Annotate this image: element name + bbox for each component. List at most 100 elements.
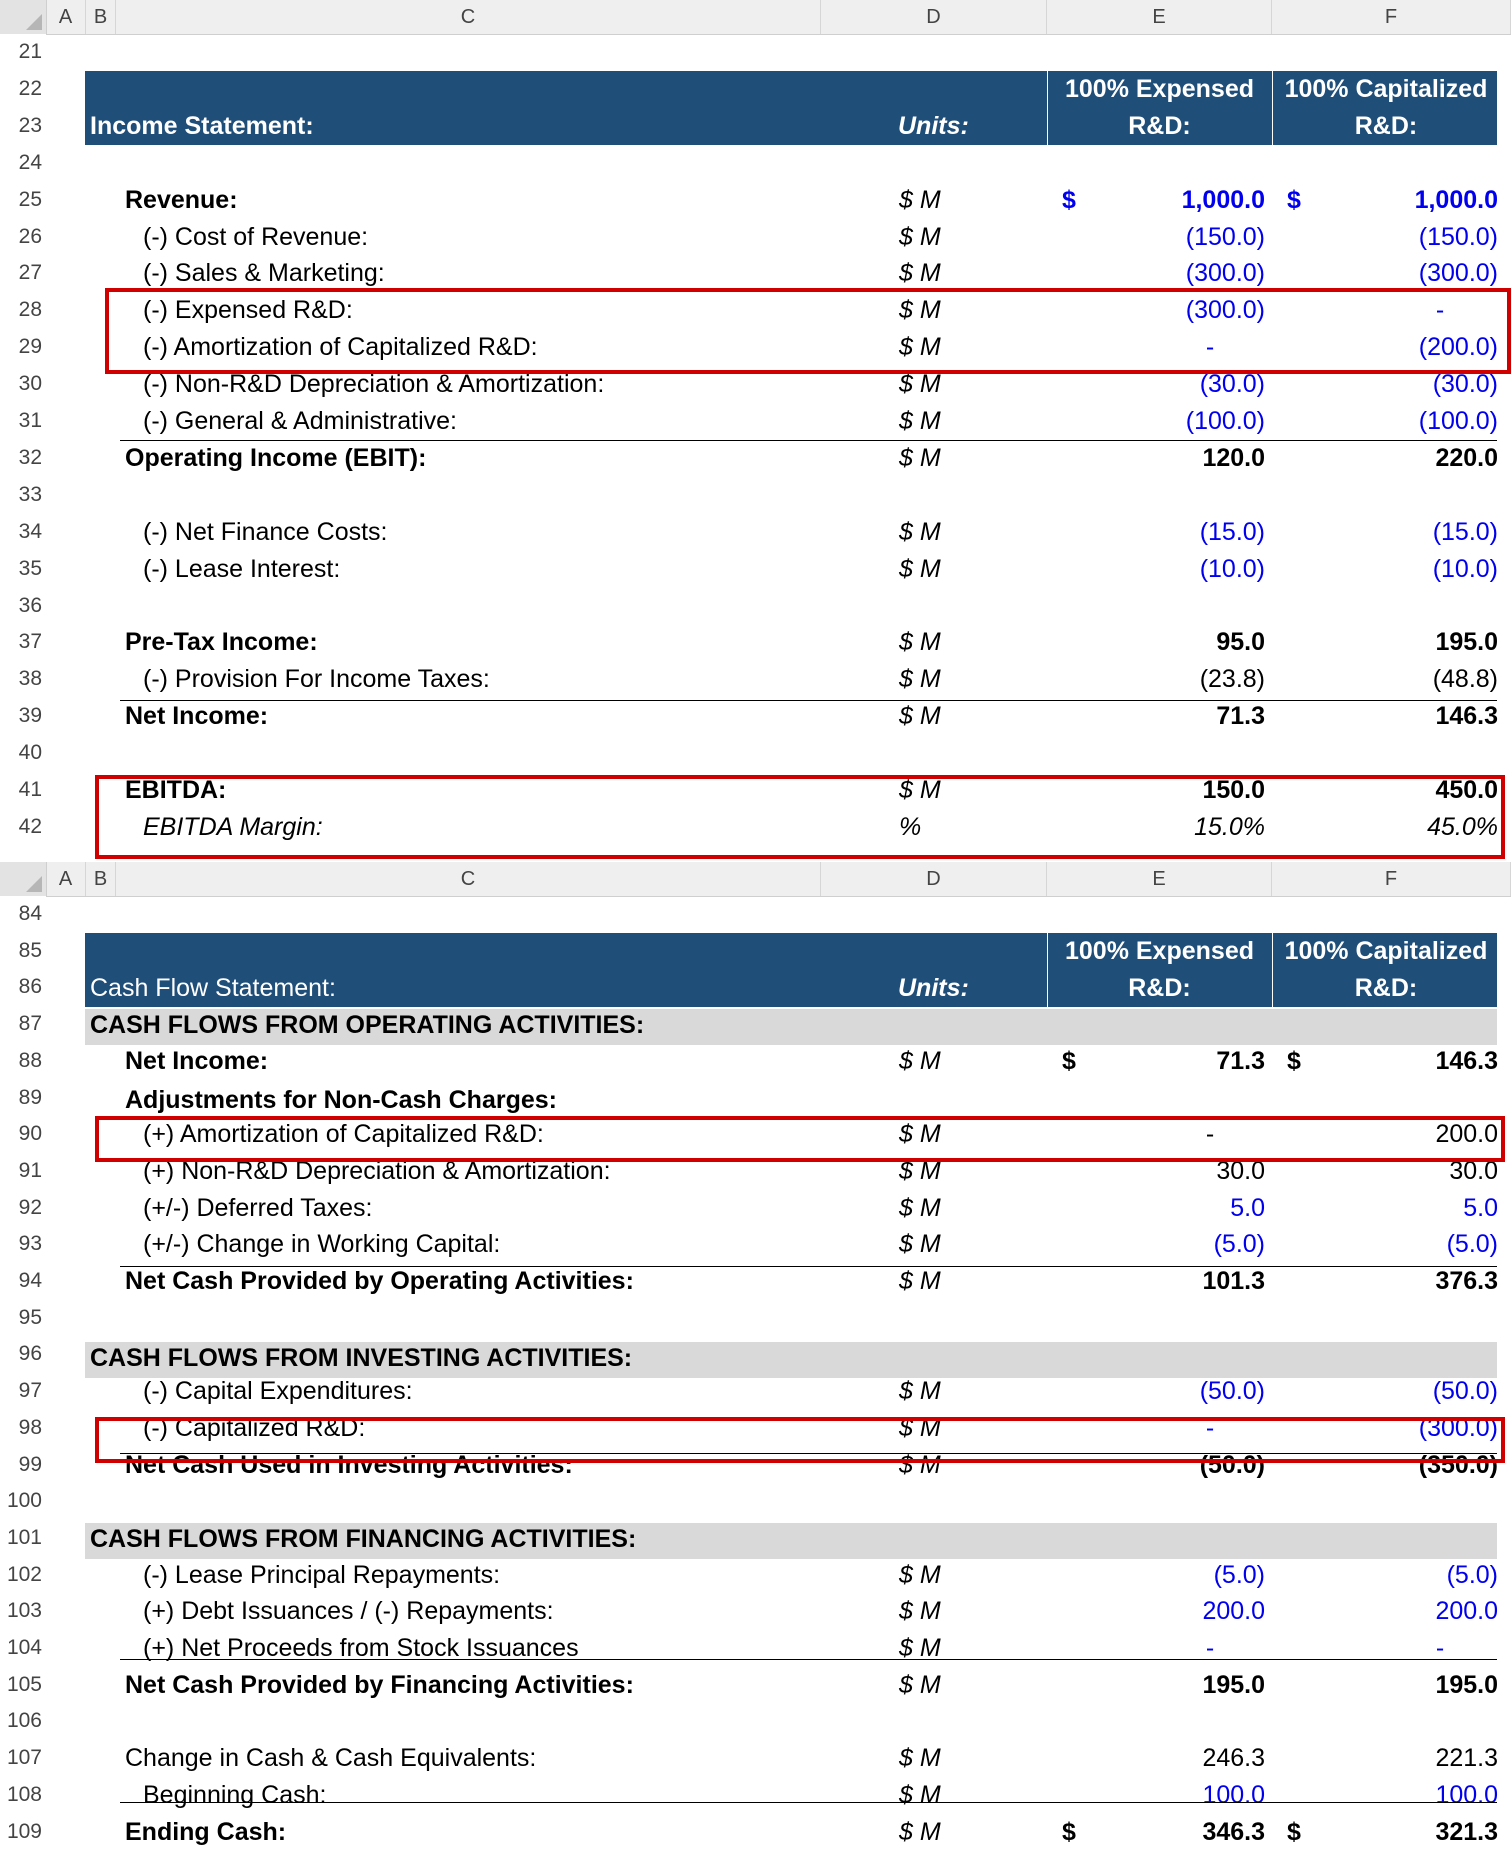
- row-number[interactable]: 30: [0, 366, 46, 403]
- row-number[interactable]: 42: [0, 809, 46, 846]
- units-cell[interactable]: $ M: [899, 1561, 941, 1590]
- expensed-value[interactable]: (30.0): [1060, 370, 1265, 399]
- cash-flow-title[interactable]: Cash Flow Statement:: [90, 974, 336, 1003]
- row-number[interactable]: 26: [0, 219, 46, 256]
- row-number[interactable]: 22: [0, 71, 46, 108]
- units-cell[interactable]: $ M: [899, 186, 941, 215]
- row-number[interactable]: 97: [0, 1373, 46, 1410]
- column-header-d[interactable]: D: [821, 862, 1047, 896]
- row-number[interactable]: 89: [0, 1080, 46, 1117]
- capitalized-value[interactable]: 5.0: [1285, 1194, 1498, 1223]
- expensed-value[interactable]: (5.0): [1060, 1561, 1265, 1590]
- row-label[interactable]: (+/-) Deferred Taxes:: [143, 1194, 372, 1223]
- select-all-corner[interactable]: [0, 862, 47, 896]
- column-header-c[interactable]: C: [116, 0, 821, 34]
- row-label[interactable]: (-) Provision For Income Taxes:: [143, 665, 490, 694]
- investing-section-header[interactable]: CASH FLOWS FROM INVESTING ACTIVITIES:: [90, 1344, 632, 1373]
- units-cell[interactable]: $ M: [899, 518, 941, 547]
- capitalized-value[interactable]: (300.0): [1285, 259, 1498, 288]
- row-label[interactable]: Revenue:: [125, 186, 238, 215]
- units-cell[interactable]: $ M: [899, 1267, 941, 1296]
- row-number[interactable]: 106: [0, 1703, 46, 1740]
- expensed-value[interactable]: 1,000.0: [1060, 186, 1265, 215]
- units-cell[interactable]: $ M: [899, 1230, 941, 1259]
- units-cell[interactable]: $ M: [899, 1671, 941, 1700]
- row-number[interactable]: 31: [0, 403, 46, 440]
- capitalized-value[interactable]: 1,000.0: [1285, 186, 1498, 215]
- column-header-a[interactable]: A: [46, 862, 86, 896]
- units-cell[interactable]: $ M: [899, 1377, 941, 1406]
- row-label[interactable]: Net Cash Provided by Operating Activitie…: [125, 1267, 634, 1296]
- row-number[interactable]: 39: [0, 698, 46, 735]
- row-number[interactable]: 29: [0, 329, 46, 366]
- expensed-value[interactable]: (5.0): [1060, 1230, 1265, 1259]
- row-number[interactable]: 32: [0, 440, 46, 477]
- row-number[interactable]: 85: [0, 933, 46, 970]
- units-cell[interactable]: $ M: [899, 665, 941, 694]
- capitalized-value[interactable]: (5.0): [1285, 1561, 1498, 1590]
- units-header[interactable]: Units:: [898, 112, 969, 141]
- expensed-value[interactable]: 95.0: [1060, 628, 1265, 657]
- row-number[interactable]: 34: [0, 514, 46, 551]
- row-label[interactable]: (+) Debt Issuances / (-) Repayments:: [143, 1597, 554, 1626]
- expensed-value[interactable]: (50.0): [1060, 1377, 1265, 1406]
- row-number[interactable]: 102: [0, 1557, 46, 1594]
- row-number[interactable]: 24: [0, 145, 46, 182]
- row-number[interactable]: 107: [0, 1740, 46, 1777]
- row-label[interactable]: (-) Sales & Marketing:: [143, 259, 385, 288]
- row-label[interactable]: Change in Cash & Cash Equivalents:: [125, 1744, 536, 1773]
- column-header-b[interactable]: B: [86, 862, 116, 896]
- row-label[interactable]: Pre-Tax Income:: [125, 628, 318, 657]
- capitalized-value[interactable]: 221.3: [1285, 1744, 1498, 1773]
- currency-symbol[interactable]: $: [1287, 1047, 1301, 1076]
- row-number[interactable]: 92: [0, 1190, 46, 1227]
- row-number[interactable]: 96: [0, 1336, 46, 1373]
- capitalized-header-line1[interactable]: 100% Capitalized: [1272, 75, 1500, 104]
- expensed-header-line1[interactable]: 100% Expensed: [1047, 75, 1272, 104]
- row-number[interactable]: 41: [0, 772, 46, 809]
- row-number[interactable]: 94: [0, 1263, 46, 1300]
- currency-symbol[interactable]: $: [1287, 1818, 1301, 1847]
- column-header-b[interactable]: B: [86, 0, 116, 34]
- row-number[interactable]: 98: [0, 1410, 46, 1447]
- row-label[interactable]: (-) Lease Interest:: [143, 555, 340, 584]
- capitalized-value[interactable]: (15.0): [1285, 518, 1498, 547]
- row-label[interactable]: (-) Cost of Revenue:: [143, 223, 368, 252]
- row-number[interactable]: 27: [0, 255, 46, 292]
- row-number[interactable]: 35: [0, 551, 46, 588]
- currency-symbol[interactable]: $: [1287, 186, 1301, 215]
- expensed-value[interactable]: (100.0): [1060, 407, 1265, 436]
- row-number[interactable]: 23: [0, 108, 46, 145]
- financing-section-header[interactable]: CASH FLOWS FROM FINANCING ACTIVITIES:: [90, 1525, 636, 1554]
- capitalized-value[interactable]: (5.0): [1285, 1230, 1498, 1259]
- row-label[interactable]: (-) General & Administrative:: [143, 407, 457, 436]
- expensed-value[interactable]: (10.0): [1060, 555, 1265, 584]
- capitalized-header-line2[interactable]: R&D:: [1272, 974, 1500, 1003]
- column-header-e[interactable]: E: [1047, 0, 1272, 34]
- row-number[interactable]: 37: [0, 624, 46, 661]
- capitalized-header-line2[interactable]: R&D:: [1272, 112, 1500, 141]
- expensed-value[interactable]: 246.3: [1060, 1744, 1265, 1773]
- currency-symbol[interactable]: $: [1062, 1818, 1076, 1847]
- row-number[interactable]: 95: [0, 1300, 46, 1337]
- capitalized-value[interactable]: 200.0: [1285, 1597, 1498, 1626]
- units-cell[interactable]: $ M: [899, 1744, 941, 1773]
- expensed-value[interactable]: (300.0): [1060, 259, 1265, 288]
- expensed-value[interactable]: 120.0: [1060, 444, 1265, 473]
- row-number[interactable]: 84: [0, 896, 46, 933]
- units-cell[interactable]: $ M: [899, 628, 941, 657]
- row-number[interactable]: 86: [0, 969, 46, 1006]
- row-number[interactable]: 101: [0, 1520, 46, 1557]
- currency-symbol[interactable]: $: [1062, 1047, 1076, 1076]
- row-number[interactable]: 21: [0, 34, 46, 71]
- expensed-value[interactable]: 200.0: [1060, 1597, 1265, 1626]
- row-number[interactable]: 109: [0, 1814, 46, 1850]
- row-label[interactable]: (-) Net Finance Costs:: [143, 518, 388, 547]
- row-number[interactable]: 87: [0, 1006, 46, 1043]
- capitalized-value[interactable]: (30.0): [1285, 370, 1498, 399]
- units-cell[interactable]: $ M: [899, 259, 941, 288]
- capitalized-header-line1[interactable]: 100% Capitalized: [1272, 937, 1500, 966]
- units-cell[interactable]: $ M: [899, 1194, 941, 1223]
- select-all-corner[interactable]: [0, 0, 47, 34]
- capitalized-value[interactable]: 195.0: [1285, 628, 1498, 657]
